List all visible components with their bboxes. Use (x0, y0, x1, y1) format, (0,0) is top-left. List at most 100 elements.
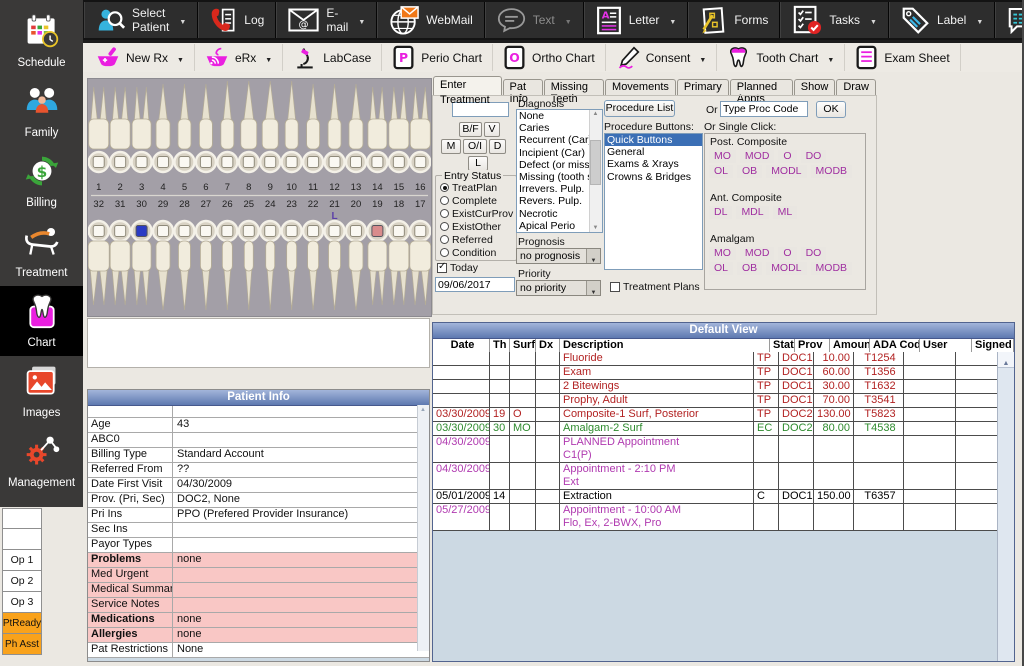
dropdown-arrow-icon[interactable] (179, 13, 186, 27)
dropdown-arrow-icon[interactable] (870, 13, 877, 27)
patient-info-row-med-urgent[interactable]: Med Urgent (88, 568, 429, 583)
priority-dropdown[interactable]: no priority (516, 280, 601, 296)
toolbar-letter-button[interactable]: ALetter (584, 2, 689, 38)
procedure-category-listbox[interactable]: Quick ButtonsGeneralExams & XraysCrowns … (604, 133, 703, 270)
operatory-cell-3[interactable]: Op 1 (2, 550, 42, 571)
toolbar-text-button[interactable]: Text (485, 2, 584, 38)
today-checkbox[interactable]: Today (437, 262, 478, 274)
patient-info-row-age[interactable]: Age43 (88, 418, 429, 433)
procedure-category-crowns-bridges[interactable]: Crowns & Bridges (605, 171, 702, 183)
column-header-amount[interactable]: Amount (830, 339, 870, 353)
diagnosis-scrollbar[interactable] (589, 110, 602, 232)
surface-bf-button[interactable]: B/F (459, 122, 482, 137)
procedure-row[interactable]: Prophy, AdultTPDOC170.00T3541 (433, 394, 998, 408)
dropdown-arrow-icon[interactable] (699, 51, 706, 65)
patient-info-row-service-notes[interactable]: Service Notes (88, 598, 429, 613)
procedure-category-quick-buttons[interactable]: Quick Buttons (605, 134, 702, 146)
procedure-date-input[interactable] (435, 277, 515, 292)
procedure-row[interactable]: 05/01/200914ExtractionCDOC1150.00T6357 (433, 490, 998, 504)
column-header-ada-code[interactable]: ADA Code (870, 339, 920, 353)
procedure-category-general[interactable]: General (605, 146, 702, 158)
toolbar-webmail-button[interactable]: WebMail (377, 2, 484, 38)
toolbar-label-button[interactable]: Label (889, 2, 995, 38)
treatment-plans-checkbox-box[interactable] (610, 282, 620, 292)
quick-proc-button[interactable]: OB (737, 165, 762, 178)
patient-info-row-sec-ins[interactable]: Sec Ins (88, 523, 429, 538)
patient-info-row-prov-pri-sec[interactable]: Prov. (Pri, Sec)DOC2, None (88, 493, 429, 508)
quick-proc-button[interactable]: MODL (766, 262, 806, 275)
operatory-cell-4[interactable]: Op 2 (2, 571, 42, 592)
toolbar-e-mail-button[interactable]: @E-mail (276, 2, 377, 38)
scroll-up-icon[interactable] (998, 352, 1014, 368)
quick-proc-button[interactable]: O (778, 150, 796, 163)
chart-toolbar-tooth-chart-button[interactable]: Tooth Chart (717, 44, 845, 71)
treatment-plans-checkbox[interactable]: Treatment Plans (610, 281, 700, 293)
sidebar-module-billing[interactable]: $Billing (0, 146, 83, 216)
chart-note-box[interactable] (87, 318, 430, 368)
chart-toolbar-exam-sheet-button[interactable]: Exam Sheet (845, 44, 960, 71)
column-header-dx[interactable]: Dx (536, 339, 560, 353)
tab-enter-treatment[interactable]: Enter Treatment (433, 76, 502, 95)
dropdown-arrow-icon[interactable] (827, 51, 834, 65)
tab-planned-appts[interactable]: Planned Appts (730, 79, 793, 95)
tab-draw[interactable]: Draw (836, 79, 876, 95)
chart-toolbar-new-rx-button[interactable]: New Rx (86, 44, 195, 71)
entry-status-option-condition[interactable]: Condition (440, 246, 516, 259)
procedure-category-exams-xrays[interactable]: Exams & Xrays (605, 158, 702, 170)
entry-status-option-existcurprov[interactable]: ExistCurProv (440, 207, 516, 220)
dropdown-arrow-icon[interactable] (358, 13, 365, 27)
toolbar-log-button[interactable]: Log (198, 2, 276, 38)
quick-proc-button[interactable]: OL (709, 165, 733, 178)
table-scrollbar[interactable] (997, 352, 1014, 661)
diagnosis-option[interactable]: Defect (or miss (517, 159, 590, 171)
quick-proc-button[interactable]: MOD (740, 150, 775, 163)
column-header-date[interactable]: Date (433, 339, 490, 353)
column-header-signed[interactable]: Signed (972, 339, 1014, 353)
sidebar-module-treatment[interactable]: Treatment (0, 216, 83, 286)
dropdown-arrow-icon[interactable] (565, 13, 572, 27)
chart-toolbar-ortho-chart-button[interactable]: OOrtho Chart (493, 44, 606, 71)
quick-proc-button[interactable]: MODB (811, 262, 853, 275)
procedure-row[interactable]: 03/30/200919OComposite-1 Surf, Posterior… (433, 408, 998, 422)
dropdown-arrow-icon[interactable] (265, 51, 272, 65)
toolbar-forms-button[interactable]: Forms (688, 2, 780, 38)
quick-proc-button[interactable]: MO (709, 150, 736, 163)
procedure-list-button[interactable]: Procedure List (604, 100, 675, 117)
patient-info-row-medical-summary[interactable]: Medical Summary (88, 583, 429, 598)
quick-proc-button[interactable]: MDL (736, 206, 768, 219)
surface-m-button[interactable]: M (441, 139, 461, 154)
column-header-stat[interactable]: Stat (770, 339, 795, 353)
toolbar-tasks-button[interactable]: Tasks (780, 2, 889, 38)
chart-toolbar-perio-chart-button[interactable]: PPerio Chart (382, 44, 493, 71)
radio-button[interactable] (440, 235, 449, 244)
sidebar-module-family[interactable]: Family (0, 76, 83, 146)
status-cell-ph-asst[interactable]: Ph Asst (2, 634, 42, 655)
procedure-row[interactable]: 04/30/2009Appointment - 2:10 PMExt (433, 463, 998, 490)
quick-proc-button[interactable]: ML (773, 206, 798, 219)
prognosis-dropdown[interactable]: no prognosis (516, 248, 601, 264)
ok-button[interactable]: OK (816, 101, 846, 118)
toolbar-select-patient-button[interactable]: Select Patient (84, 2, 198, 38)
patient-info-row-abc0[interactable]: ABC0 (88, 433, 429, 448)
patient-info-row-billing-type[interactable]: Billing TypeStandard Account (88, 448, 429, 463)
quick-proc-button[interactable]: DO (801, 150, 827, 163)
surface-oi-button[interactable]: O/I (463, 139, 487, 154)
sidebar-module-chart[interactable]: Chart (0, 286, 83, 356)
column-header-th[interactable]: Th (490, 339, 510, 353)
quick-proc-button[interactable]: O (778, 247, 796, 260)
sidebar-module-schedule[interactable]: Schedule (0, 6, 83, 76)
patient-info-row-date-first-visit[interactable]: Date First Visit04/30/2009 (88, 478, 429, 493)
dropdown-arrow-icon[interactable] (177, 51, 184, 65)
entry-status-option-referred[interactable]: Referred (440, 233, 516, 246)
today-checkbox-box[interactable] (437, 263, 447, 273)
radio-button[interactable] (440, 209, 449, 218)
diagnosis-option[interactable]: Apical Perio (517, 220, 590, 232)
radio-button[interactable] (440, 222, 449, 231)
chart-toolbar-consent-button[interactable]: Consent (606, 44, 718, 71)
status-cell-ptready[interactable]: PtReady (2, 613, 42, 634)
scrollbar-thumb[interactable] (590, 140, 601, 185)
tab-movements[interactable]: Movements (605, 79, 676, 95)
quick-proc-button[interactable]: OL (709, 262, 733, 275)
procedure-row[interactable]: 2 BitewingsTPDOC130.00T1632 (433, 380, 998, 394)
column-header-user[interactable]: User (920, 339, 972, 353)
